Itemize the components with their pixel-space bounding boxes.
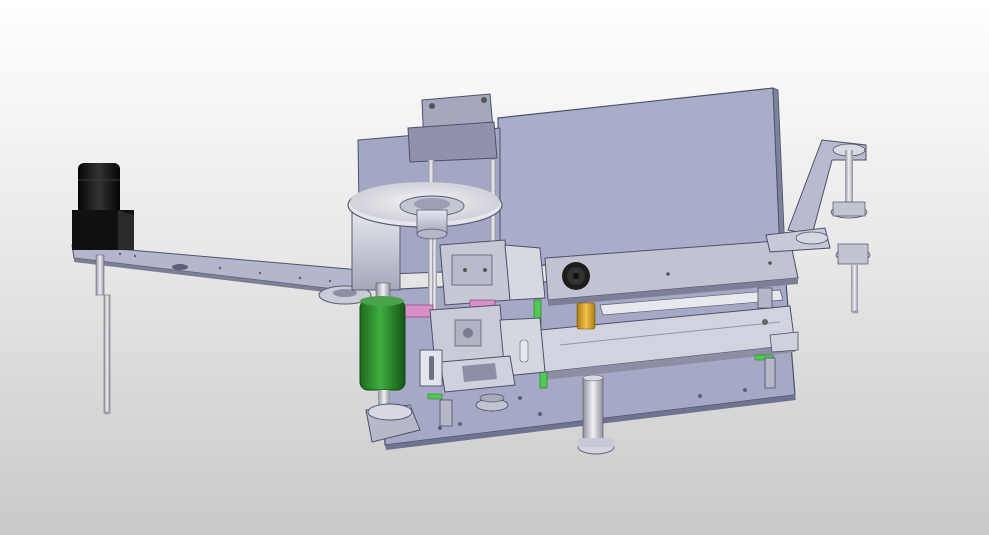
left-arm-hole (172, 264, 188, 270)
window-frame[interactable] (439, 355, 516, 393)
rail-knob[interactable] (562, 262, 590, 290)
left-stepper-motor[interactable] (72, 163, 134, 250)
top-stepper-motor[interactable] (407, 93, 498, 163)
left-arm[interactable] (71, 244, 361, 293)
back-plate[interactable] (497, 87, 781, 269)
bottom-pulley[interactable] (475, 393, 509, 412)
right-shaft-assembly[interactable] (830, 150, 871, 314)
upper-carriage[interactable] (439, 239, 546, 306)
green-roller[interactable] (359, 282, 406, 391)
cad-assembly-drawing[interactable] (0, 0, 989, 535)
slot-bracket[interactable] (419, 349, 443, 387)
gold-coupler[interactable] (576, 302, 596, 330)
left-vertical-shaft[interactable] (95, 254, 111, 415)
cad-viewport[interactable] (0, 0, 989, 535)
